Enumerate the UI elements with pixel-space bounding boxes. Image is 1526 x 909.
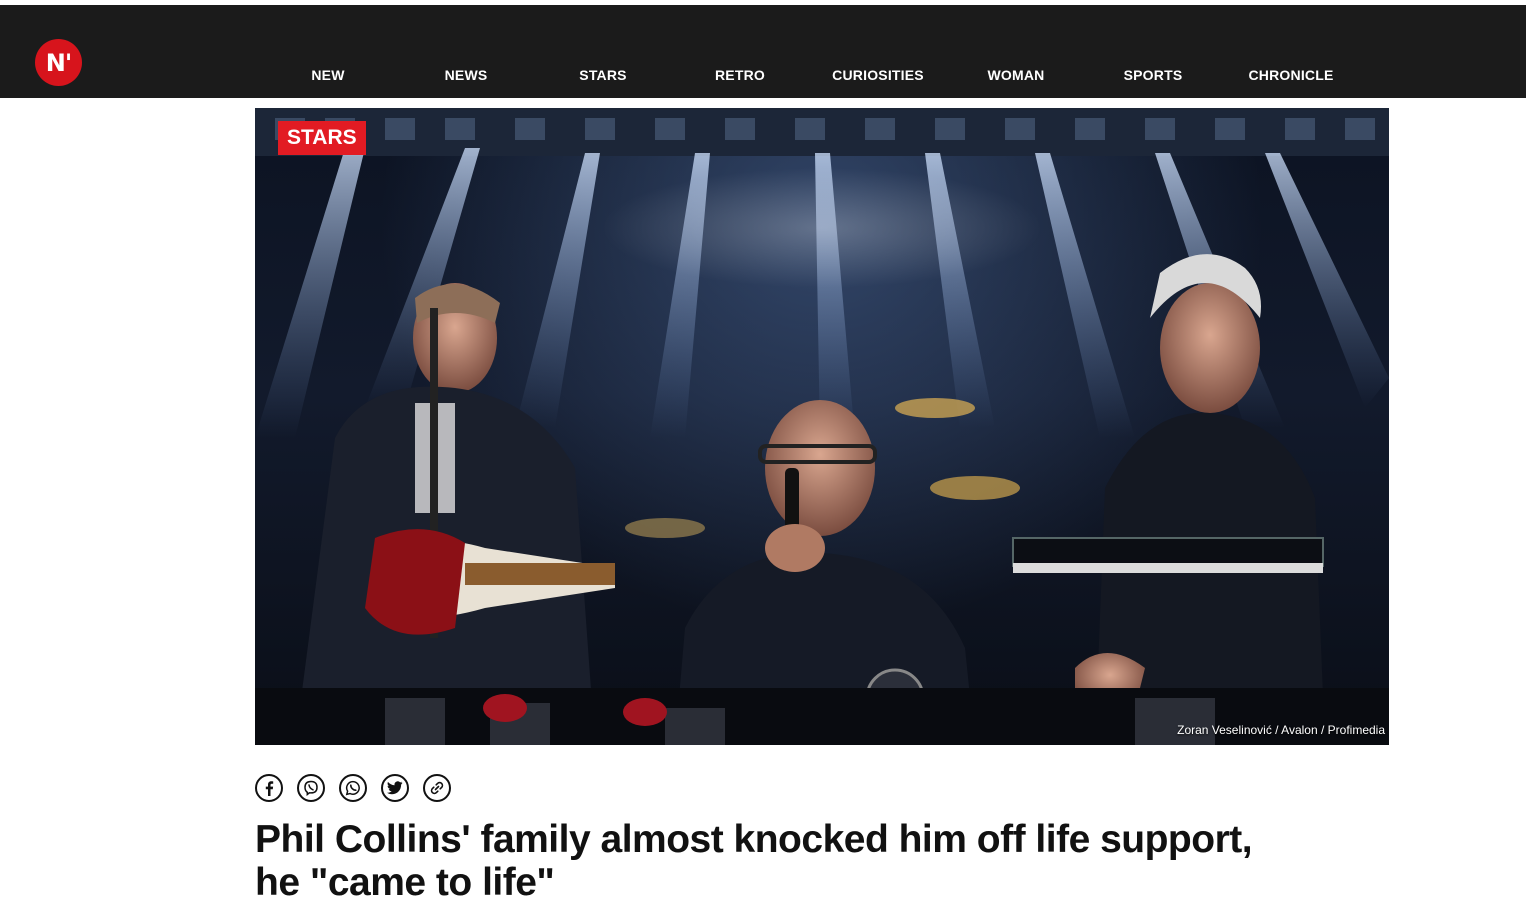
nav-item-woman[interactable]: WOMAN — [946, 67, 1086, 83]
keyboardist-right — [1012, 254, 1325, 745]
main-nav: NEW NEWS STARS RETRO CURIOSITIES WOMAN S… — [258, 67, 1358, 95]
nav-item-retro[interactable]: RETRO — [670, 67, 810, 83]
site-header: N' NEW NEWS STARS RETRO CURIOSITIES WOMA… — [0, 5, 1526, 98]
site-logo[interactable]: N' — [35, 39, 82, 86]
headline-line-2: he "came to life" — [255, 861, 555, 904]
facebook-icon[interactable] — [255, 774, 283, 802]
viber-icon[interactable] — [297, 774, 325, 802]
concert-photo-illustration — [255, 108, 1389, 745]
nav-item-curiosities[interactable]: CURIOSITIES — [808, 67, 948, 83]
article-headline: Phil Collins' family almost knocked him … — [255, 818, 1395, 904]
headline-line-1: Phil Collins' family almost knocked him … — [255, 818, 1253, 861]
nav-item-stars[interactable]: STARS — [533, 67, 673, 83]
category-badge[interactable]: STARS — [278, 121, 366, 155]
hero-image[interactable] — [255, 108, 1389, 745]
nav-item-new[interactable]: NEW — [258, 67, 398, 83]
whatsapp-icon[interactable] — [339, 774, 367, 802]
nav-item-chronicle[interactable]: CHRONICLE — [1221, 67, 1361, 83]
nav-item-sports[interactable]: SPORTS — [1083, 67, 1223, 83]
photo-credit: Zoran Veselinović / Avalon / Profimedia — [1177, 723, 1385, 737]
twitter-icon[interactable] — [381, 774, 409, 802]
nav-item-news[interactable]: NEWS — [396, 67, 536, 83]
link-icon[interactable] — [423, 774, 451, 802]
